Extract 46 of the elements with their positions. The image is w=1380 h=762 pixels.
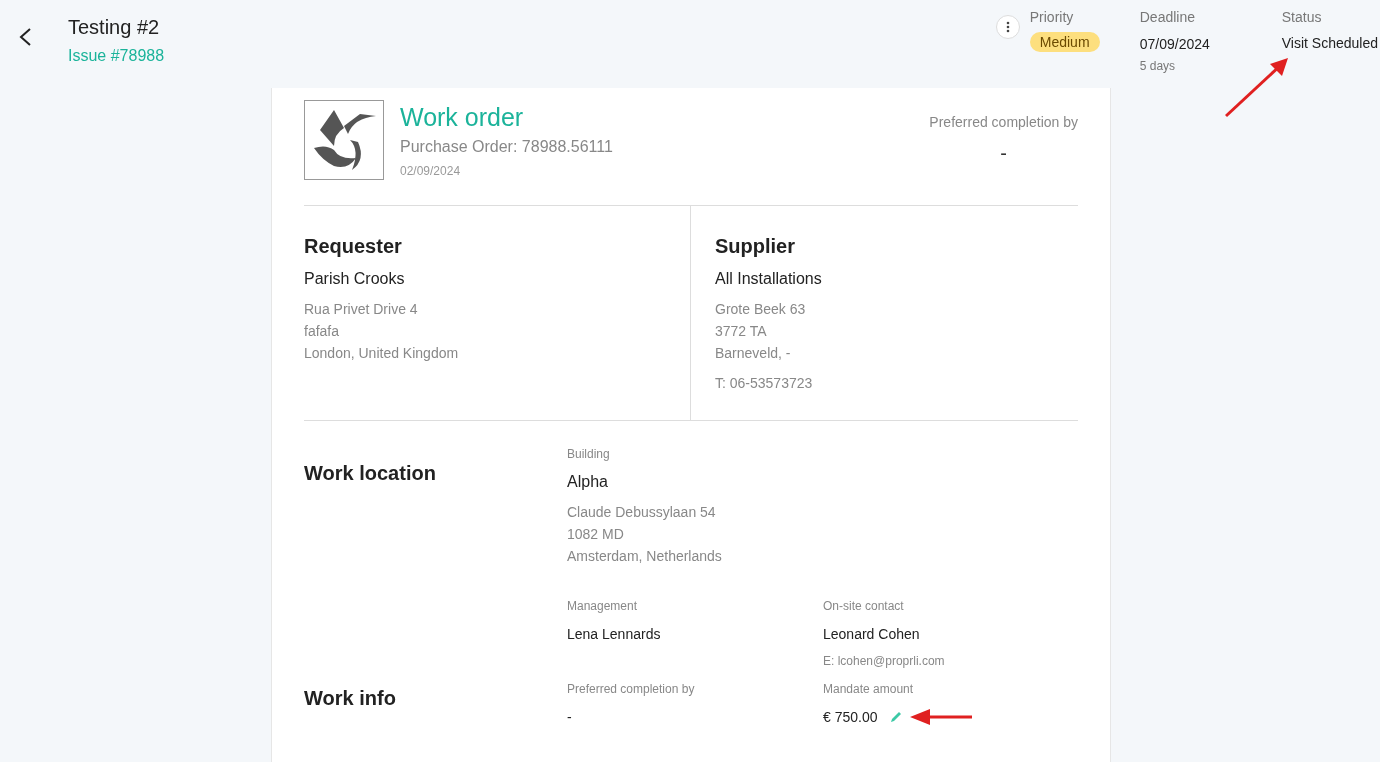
party-name: All Installations [715, 270, 822, 288]
issue-link[interactable]: Issue #78988 [68, 46, 165, 66]
priority-label: Priority [1029, 9, 1074, 26]
address-line: 1082 MD [567, 525, 624, 544]
contact-label: On-site contact [823, 599, 904, 613]
section-heading: Supplier [715, 234, 795, 258]
deadline-label: Deadline [1139, 9, 1195, 26]
status-value: Visit Scheduled [1281, 35, 1378, 51]
annotation-arrow [909, 709, 974, 725]
party-name: Parish Crooks [304, 270, 405, 288]
more-options-button[interactable] [995, 15, 1020, 39]
mandate-amount-label: Mandate amount [823, 682, 914, 696]
work-order-title: Work order [400, 102, 525, 132]
more-options-icon [1005, 21, 1010, 33]
preferred-completion-label: Preferred completion by [929, 114, 1078, 130]
edit-button[interactable] [889, 710, 904, 724]
address-line: Grote Beek 63 [715, 300, 806, 319]
section-heading: Work location [304, 461, 437, 486]
mandate-amount-value: € 750.00 [823, 709, 878, 725]
management-label: Management [567, 599, 638, 613]
page-title: Testing #2 [68, 15, 161, 40]
order-date: 02/09/2024 [400, 164, 462, 178]
section-heading: Work info [304, 686, 397, 711]
preferred-completion-value: - [567, 709, 572, 725]
pencil-icon [889, 710, 903, 723]
address-line: Amsterdam, Netherlands [567, 547, 722, 566]
management-name: Lena Lennards [567, 626, 661, 642]
section-heading: Requester [304, 234, 402, 258]
address-line: Barneveld, - [715, 344, 791, 363]
address-line: London, United Kingdom [304, 344, 459, 363]
address-line: 3772 TA [715, 322, 767, 341]
status-label: Status [1281, 9, 1322, 26]
priority-badge: Medium [1029, 32, 1100, 52]
deadline-date: 07/09/2024 [1139, 36, 1210, 52]
address-line: Rua Privet Drive 4 [304, 300, 418, 319]
purchase-order-number: Purchase Order: 78988.56111 [400, 138, 613, 156]
phone-number: T: 06-53573723 [715, 374, 813, 393]
address-line: Claude Debussylaan 54 [567, 503, 716, 522]
address-line: fafafa [304, 322, 340, 341]
contact-email: E: lcohen@proprli.com [823, 654, 945, 668]
preferred-completion-value: - [1000, 142, 1007, 165]
deadline-remaining: 5 days [1139, 59, 1176, 73]
building-name: Alpha [567, 473, 608, 491]
building-label: Building [567, 447, 610, 461]
preferred-completion-label: Preferred completion by [567, 682, 695, 696]
contact-name: Leonard Cohen [823, 626, 920, 642]
